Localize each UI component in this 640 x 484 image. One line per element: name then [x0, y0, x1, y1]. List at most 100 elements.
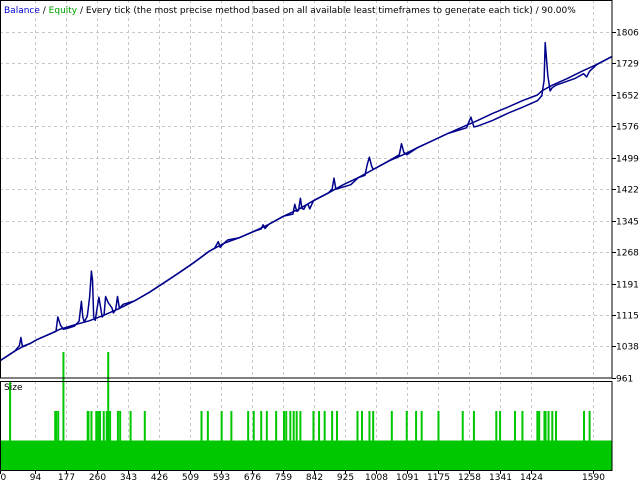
chart-header: Balance / Equity / Every tick (the most …	[4, 6, 576, 16]
size-bar	[318, 411, 321, 441]
x-tick-label: 0	[1, 473, 7, 480]
size-bar	[282, 411, 285, 441]
x-tick-label: 593	[213, 473, 230, 480]
size-bar	[285, 411, 288, 441]
y-tick-label: 1345	[616, 218, 639, 228]
chart-svg: 961 1038 1115 1191 1268 1345 1422 1499 1576 1652 1…	[0, 0, 639, 483]
size-bar	[295, 411, 298, 441]
y-tick-label: 1038	[616, 343, 639, 353]
x-tick-label: 509	[182, 473, 199, 480]
size-bar	[372, 411, 375, 441]
balance-legend-label: Balance	[4, 6, 40, 16]
size-bar	[368, 411, 371, 441]
size-bar	[583, 411, 586, 441]
size-bar	[289, 411, 292, 441]
size-bar	[405, 411, 408, 441]
x-tick-label: 343	[120, 473, 137, 480]
x-tick-label: 426	[151, 473, 168, 480]
x-tick-label: 1258	[458, 473, 481, 480]
size-bar	[57, 411, 60, 441]
x-tick-label: 260	[89, 473, 106, 480]
size-bar	[521, 411, 524, 441]
y-tick-label: 1576	[616, 123, 639, 133]
size-bar	[62, 352, 65, 441]
size-bar	[360, 411, 363, 441]
size-bar	[323, 411, 326, 441]
x-tick-label: 1341	[489, 473, 512, 480]
size-bar	[220, 411, 223, 441]
y-tick-label: 1191	[616, 281, 639, 291]
size-bar	[116, 411, 119, 441]
size-bar	[513, 411, 516, 441]
size-bar	[356, 411, 359, 441]
size-bar	[109, 411, 112, 441]
strategy-tester-chart: 961 1038 1115 1191 1268 1345 1422 1499 1576 1652 1…	[0, 0, 640, 483]
y-tick-label: 1652	[616, 92, 639, 102]
size-bar	[107, 352, 110, 441]
x-tick-label: 676	[244, 473, 261, 480]
size-panel-label: Size	[4, 383, 23, 393]
size-bar	[544, 411, 547, 441]
size-bar	[143, 411, 146, 441]
grid-layer	[0, 0, 612, 470]
y-tick-label: 1422	[616, 186, 639, 196]
equity-line	[0, 41, 613, 362]
x-tick-label: 759	[275, 473, 292, 480]
size-bar	[390, 411, 393, 441]
y-tick-label: 961	[616, 375, 633, 385]
size-bar	[90, 411, 93, 441]
size-bar	[200, 411, 203, 441]
size-bar	[252, 411, 255, 441]
size-bar	[206, 411, 209, 441]
x-tick-label: 1175	[427, 473, 450, 480]
test-mode-description: / Every tick (the most precise method ba…	[77, 6, 576, 16]
size-bar	[312, 411, 315, 441]
x-tick-label: 925	[337, 473, 354, 480]
size-bar	[499, 411, 502, 441]
y-tick-label: 1268	[616, 249, 639, 259]
size-bar	[331, 411, 334, 441]
x-tick-label: 842	[306, 473, 323, 480]
x-tick-label: 1091	[396, 473, 419, 480]
size-bar	[260, 411, 263, 441]
size-bar	[129, 411, 132, 441]
size-bar	[415, 411, 418, 441]
size-bar	[551, 411, 554, 441]
size-bar	[275, 411, 278, 441]
size-bar	[230, 411, 233, 441]
axes-layer: 961 1038 1115 1191 1268 1345 1422 1499 1576 1652 1…	[0, 0, 639, 483]
size-bar	[87, 411, 90, 441]
legend-separator: /	[40, 6, 49, 16]
series-layer	[0, 41, 613, 362]
y-tick-label: 1806	[616, 29, 639, 39]
size-baseline-bar	[1, 440, 612, 470]
size-bar	[536, 411, 539, 441]
size-layer	[1, 352, 612, 470]
y-tick-label: 1499	[616, 155, 639, 165]
size-bar	[588, 411, 591, 441]
size-bar	[538, 411, 541, 441]
x-tick-label: 94	[30, 473, 42, 480]
x-tick-label: 1008	[365, 473, 388, 480]
size-bar	[472, 411, 475, 441]
size-bar	[555, 411, 558, 441]
size-bar	[102, 411, 105, 441]
size-bar	[437, 411, 440, 441]
size-bar	[54, 411, 57, 441]
size-bar	[461, 411, 464, 441]
size-bar	[95, 411, 98, 441]
size-bar	[335, 411, 338, 441]
size-bar	[299, 411, 302, 441]
size-bar	[292, 411, 295, 441]
equity-legend-label: Equity	[49, 6, 78, 16]
size-bar	[547, 411, 550, 441]
size-bar	[265, 411, 268, 441]
size-bar	[99, 411, 102, 441]
y-tick-label: 1115	[616, 312, 639, 322]
size-bar	[495, 411, 498, 441]
size-bar	[97, 411, 100, 441]
x-tick-label: 177	[58, 473, 75, 480]
x-tick-label: 1424	[520, 473, 543, 480]
size-bar	[247, 411, 250, 441]
x-tick-label: 1590	[582, 473, 605, 480]
